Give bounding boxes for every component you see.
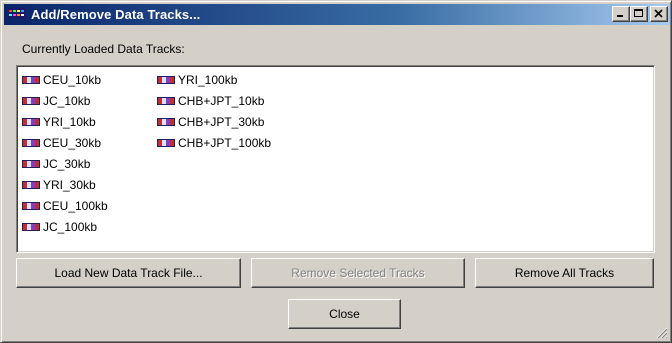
track-name: YRI_30kb xyxy=(43,177,96,192)
track-list-item[interactable]: JC_100kb xyxy=(22,216,108,237)
track-list-item[interactable]: CEU_30kb xyxy=(22,132,108,153)
track-name: CHB+JPT_30kb xyxy=(178,114,265,129)
data-track-icon xyxy=(157,138,175,147)
data-track-icon xyxy=(22,96,40,105)
maximize-button[interactable] xyxy=(630,6,648,22)
data-track-icon xyxy=(22,222,40,231)
loaded-tracks-list[interactable]: CEU_10kb JC_10kb YRI_10kb CEU_30kb JC_30kb YR… xyxy=(16,65,655,253)
maximize-icon xyxy=(634,9,643,17)
load-data-track-button[interactable]: Load New Data Track File... xyxy=(16,258,241,288)
remove-selected-tracks-button[interactable]: Remove Selected Tracks xyxy=(251,258,465,288)
track-list-item[interactable]: CEU_10kb xyxy=(22,69,108,90)
track-name: CHB+JPT_10kb xyxy=(178,93,265,108)
close-icon xyxy=(654,9,663,18)
track-name: CHB+JPT_100kb xyxy=(178,135,272,150)
data-track-icon xyxy=(22,117,40,126)
track-list-item[interactable]: YRI_10kb xyxy=(22,111,108,132)
track-name: CEU_10kb xyxy=(43,72,102,87)
remove-all-tracks-button[interactable]: Remove All Tracks xyxy=(475,258,654,288)
track-list-item[interactable]: YRI_30kb xyxy=(22,174,108,195)
dialog-window: Add/Remove Data Tracks... Currently Load… xyxy=(0,0,672,343)
window-controls xyxy=(612,6,668,22)
track-list-item[interactable]: CEU_100kb xyxy=(22,195,108,216)
data-track-icon xyxy=(22,159,40,168)
window-title: Add/Remove Data Tracks... xyxy=(31,7,201,22)
track-name: YRI_100kb xyxy=(178,72,238,87)
minimize-icon xyxy=(617,15,623,17)
loaded-tracks-label: Currently Loaded Data Tracks: xyxy=(22,42,185,56)
data-track-icon xyxy=(157,117,175,126)
resize-grip-icon[interactable] xyxy=(655,326,668,339)
minimize-button[interactable] xyxy=(612,6,630,22)
track-list-item[interactable]: CHB+JPT_30kb xyxy=(157,111,271,132)
track-name: JC_30kb xyxy=(43,156,91,171)
track-list-item[interactable]: CHB+JPT_10kb xyxy=(157,90,271,111)
track-list-item[interactable]: CHB+JPT_100kb xyxy=(157,132,271,153)
data-track-app-icon xyxy=(8,8,26,19)
track-list-item[interactable]: YRI_100kb xyxy=(157,69,271,90)
track-name: YRI_10kb xyxy=(43,114,96,129)
data-track-icon xyxy=(157,75,175,84)
track-name: JC_100kb xyxy=(43,219,98,234)
data-track-icon xyxy=(22,201,40,210)
close-window-button[interactable] xyxy=(650,6,668,22)
tracks-column-1: CEU_10kb JC_10kb YRI_10kb CEU_30kb JC_30kb YR… xyxy=(22,69,108,237)
track-name: CEU_100kb xyxy=(43,198,108,213)
tracks-column-2: YRI_100kb CHB+JPT_10kb CHB+JPT_30kb CHB+JPT… xyxy=(157,69,271,153)
data-track-icon xyxy=(22,180,40,189)
title-bar[interactable]: Add/Remove Data Tracks... xyxy=(4,4,670,25)
data-track-icon xyxy=(22,75,40,84)
track-name: CEU_30kb xyxy=(43,135,102,150)
close-button[interactable]: Close xyxy=(288,299,401,329)
data-track-icon xyxy=(22,138,40,147)
track-name: JC_10kb xyxy=(43,93,91,108)
data-track-icon xyxy=(157,96,175,105)
track-list-item[interactable]: JC_30kb xyxy=(22,153,108,174)
track-list-item[interactable]: JC_10kb xyxy=(22,90,108,111)
